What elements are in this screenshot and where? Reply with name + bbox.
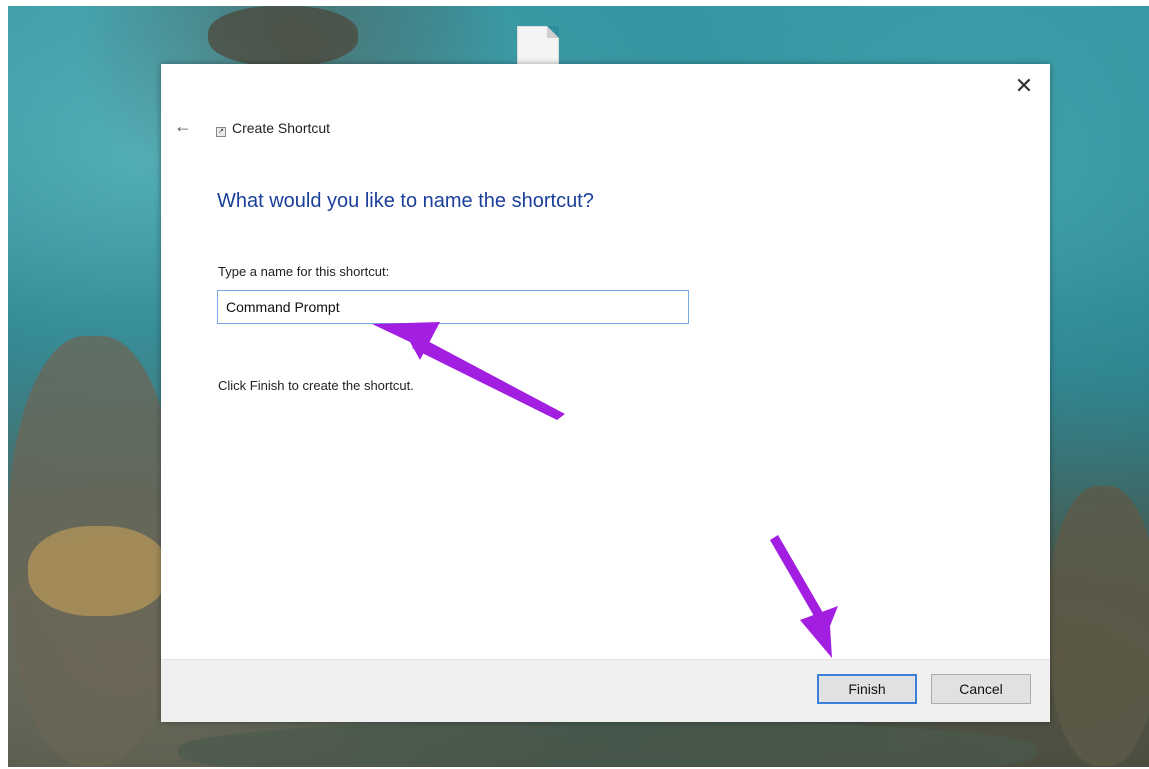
page-heading: What would you like to name the shortcut… xyxy=(217,190,594,212)
rock-bottom xyxy=(178,721,1038,767)
name-field-label: Type a name for this shortcut: xyxy=(218,264,390,279)
rock-right xyxy=(1048,486,1149,766)
desktop-file-icon[interactable] xyxy=(517,26,559,66)
coral-left xyxy=(28,526,168,616)
close-icon[interactable]: ✕ xyxy=(1012,74,1036,98)
cancel-button[interactable]: Cancel xyxy=(931,674,1031,704)
dialog-title: Create Shortcut xyxy=(232,120,331,136)
create-shortcut-dialog: ✕ ← ↗ Create Shortcut What would you lik… xyxy=(161,64,1050,722)
rock-top xyxy=(208,6,358,66)
shortcut-icon: ↗ xyxy=(216,127,226,137)
back-arrow-icon[interactable]: ← xyxy=(173,116,193,136)
finish-button[interactable]: Finish xyxy=(817,674,917,704)
finish-hint-text: Click Finish to create the shortcut. xyxy=(218,378,414,393)
shortcut-name-input[interactable] xyxy=(217,290,689,324)
dialog-footer: Finish Cancel xyxy=(161,659,1050,722)
